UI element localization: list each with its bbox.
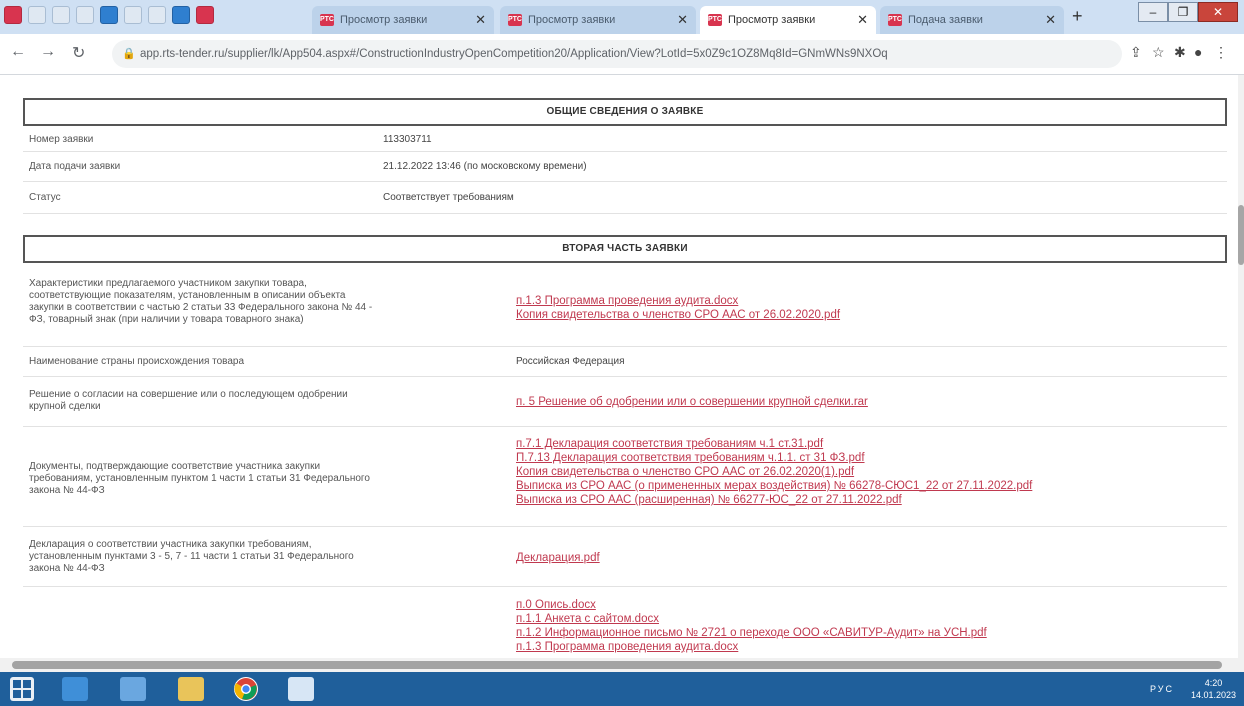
extensions-icon[interactable]: ✱	[1174, 44, 1186, 61]
field-label: Дата подачи заявки	[29, 161, 121, 172]
document-links: п.1.3 Программа проведения аудита.docx К…	[516, 294, 840, 322]
url-text: app.rts-tender.ru/supplier/lk/App504.asp…	[140, 48, 888, 60]
share-icon[interactable]: ⇪	[1130, 44, 1142, 61]
bookmark-star-icon[interactable]: ☆	[1152, 44, 1165, 61]
field-label: Номер заявки	[29, 134, 94, 145]
start-windows-icon[interactable]	[10, 677, 34, 701]
reload-icon[interactable]: ↻	[72, 43, 85, 63]
server-manager-icon[interactable]	[62, 677, 88, 701]
menu-dots-icon[interactable]: ⋮	[1214, 44, 1228, 61]
horizontal-scroll-thumb[interactable]	[12, 661, 1222, 669]
app-icon[interactable]	[52, 6, 70, 24]
site-favicon-icon: РТС	[320, 14, 334, 26]
profile-icon[interactable]: ●	[1194, 44, 1202, 60]
document-link[interactable]: п.1.3 Программа проведения аудита.docx	[516, 294, 840, 308]
document-links: п.7.1 Декларация соответствия требования…	[516, 437, 1032, 507]
field-label: Характеристики предлагаемого участником …	[29, 278, 373, 325]
app-icon[interactable]	[28, 6, 46, 24]
vertical-scroll-thumb[interactable]	[1238, 205, 1244, 265]
app-icon[interactable]	[172, 6, 190, 24]
document-link[interactable]: п.1.2 Информационное письмо № 2721 о пер…	[516, 626, 987, 640]
site-favicon-icon: РТС	[508, 14, 522, 26]
app-icon[interactable]	[100, 6, 118, 24]
site-favicon-icon: РТС	[708, 14, 722, 26]
document-link[interactable]: Копия свидетельства о членство СРО ААС о…	[516, 308, 840, 322]
browser-tab[interactable]: РТС Просмотр заявки ✕	[500, 6, 696, 34]
document-row: п.0 Опись.docx п.1.1 Анкета с сайтом.doc…	[23, 587, 1227, 658]
section-header-general: ОБЩИЕ СВЕДЕНИЯ О ЗАЯВКЕ	[23, 98, 1227, 126]
field-label: Статус	[29, 192, 61, 203]
document-link[interactable]: П.7.13 Декларация соответствия требовани…	[516, 451, 1032, 465]
tab-close-icon[interactable]: ✕	[1045, 12, 1056, 28]
remote-desktop-icon[interactable]	[288, 677, 314, 701]
tab-close-icon[interactable]: ✕	[677, 12, 688, 28]
field-label: Документы, подтверждающие соответствие у…	[29, 461, 370, 496]
windows-taskbar: РУС 4:20 14.01.2023	[0, 672, 1244, 706]
section-header-second-part: ВТОРАЯ ЧАСТЬ ЗАЯВКИ	[23, 235, 1227, 263]
powershell-icon[interactable]	[120, 677, 146, 701]
address-bar[interactable]: 🔒 app.rts-tender.ru/supplier/lk/App504.a…	[112, 40, 1122, 68]
document-link[interactable]: п. 5 Решение об одобрении или о совершен…	[516, 395, 868, 409]
app-icon[interactable]	[196, 6, 214, 24]
document-row: Наименование страны происхождения товара…	[23, 347, 1227, 377]
tab-close-icon[interactable]: ✕	[475, 12, 486, 28]
window-controls: – ❐ ✕	[1138, 2, 1238, 22]
browser-tab[interactable]: РТС Подача заявки ✕	[880, 6, 1064, 34]
document-link[interactable]: Декларация.pdf	[516, 551, 600, 565]
info-row: Дата подачи заявки 21.12.2022 13:46 (по …	[23, 152, 1227, 182]
document-link[interactable]: п.7.1 Декларация соответствия требования…	[516, 437, 1032, 451]
app-icon[interactable]	[76, 6, 94, 24]
back-arrow-icon[interactable]: ←	[10, 43, 26, 61]
system-clock[interactable]: 4:20 14.01.2023	[1191, 677, 1236, 701]
minimize-button[interactable]: –	[1138, 2, 1168, 22]
document-link[interactable]: Выписка из СРО ААС (о примененных мерах …	[516, 479, 1032, 493]
forward-arrow-icon[interactable]: →	[40, 43, 56, 61]
info-row: Номер заявки 113303711	[23, 128, 1227, 152]
field-label: Решение о согласии на совершение или о п…	[29, 389, 348, 412]
country-value: Российская Федерация	[516, 356, 625, 367]
app-icon[interactable]	[4, 6, 22, 24]
browser-tab[interactable]: РТС Просмотр заявки ✕	[312, 6, 494, 34]
document-link[interactable]: п.1.1 Анкета с сайтом.docx	[516, 612, 987, 626]
document-link[interactable]: п.0 Опись.docx	[516, 598, 987, 612]
document-row: Документы, подтверждающие соответствие у…	[23, 427, 1227, 527]
horizontal-scrollbar[interactable]	[0, 658, 1244, 672]
application-number: 113303711	[383, 134, 432, 145]
chrome-icon[interactable]	[234, 677, 258, 701]
submission-date: 21.12.2022 13:46 (по московскому времени…	[383, 161, 587, 172]
app-icon[interactable]	[124, 6, 142, 24]
document-links: п. 5 Решение об одобрении или о совершен…	[516, 395, 868, 409]
document-links: п.0 Опись.docx п.1.1 Анкета с сайтом.doc…	[516, 598, 987, 654]
tab-close-icon[interactable]: ✕	[857, 12, 868, 28]
document-link[interactable]: Выписка из СРО ААС (расширенная) № 66277…	[516, 493, 1032, 507]
app-icon[interactable]	[148, 6, 166, 24]
document-links: Декларация.pdf	[516, 551, 600, 565]
status-value: Соответствует требованиям	[383, 192, 514, 203]
field-label: Наименование страны происхождения товара	[29, 356, 245, 367]
browser-tab-strip: РТС Просмотр заявки ✕ РТС Просмотр заявк…	[0, 0, 1244, 34]
maximize-button[interactable]: ❐	[1168, 2, 1198, 22]
page-content: ОБЩИЕ СВЕДЕНИЯ О ЗАЯВКЕ Номер заявки 113…	[0, 75, 1238, 658]
close-window-button[interactable]: ✕	[1198, 2, 1238, 22]
quick-launch-icons	[4, 6, 214, 24]
lock-icon: 🔒	[122, 48, 136, 60]
site-favicon-icon: РТС	[888, 14, 902, 26]
document-row: Характеристики предлагаемого участником …	[23, 267, 1227, 347]
document-link[interactable]: п.1.3 Программа проведения аудита.docx	[516, 640, 987, 654]
new-tab-icon[interactable]: +	[1072, 6, 1083, 27]
vertical-scrollbar[interactable]	[1238, 75, 1244, 658]
field-label: Декларация о соответствии участника заку…	[29, 539, 354, 574]
document-row: Декларация о соответствии участника заку…	[23, 527, 1227, 587]
tray-language[interactable]: РУС	[1150, 684, 1174, 694]
browser-tab-active[interactable]: РТС Просмотр заявки ✕	[700, 6, 876, 34]
document-link[interactable]: Копия свидетельства о членство СРО ААС о…	[516, 465, 1032, 479]
info-row: Статус Соответствует требованиям	[23, 182, 1227, 214]
browser-toolbar: ← → ↻ 🔒 app.rts-tender.ru/supplier/lk/Ap…	[0, 34, 1244, 75]
file-explorer-icon[interactable]	[178, 677, 204, 701]
document-row: Решение о согласии на совершение или о п…	[23, 377, 1227, 427]
